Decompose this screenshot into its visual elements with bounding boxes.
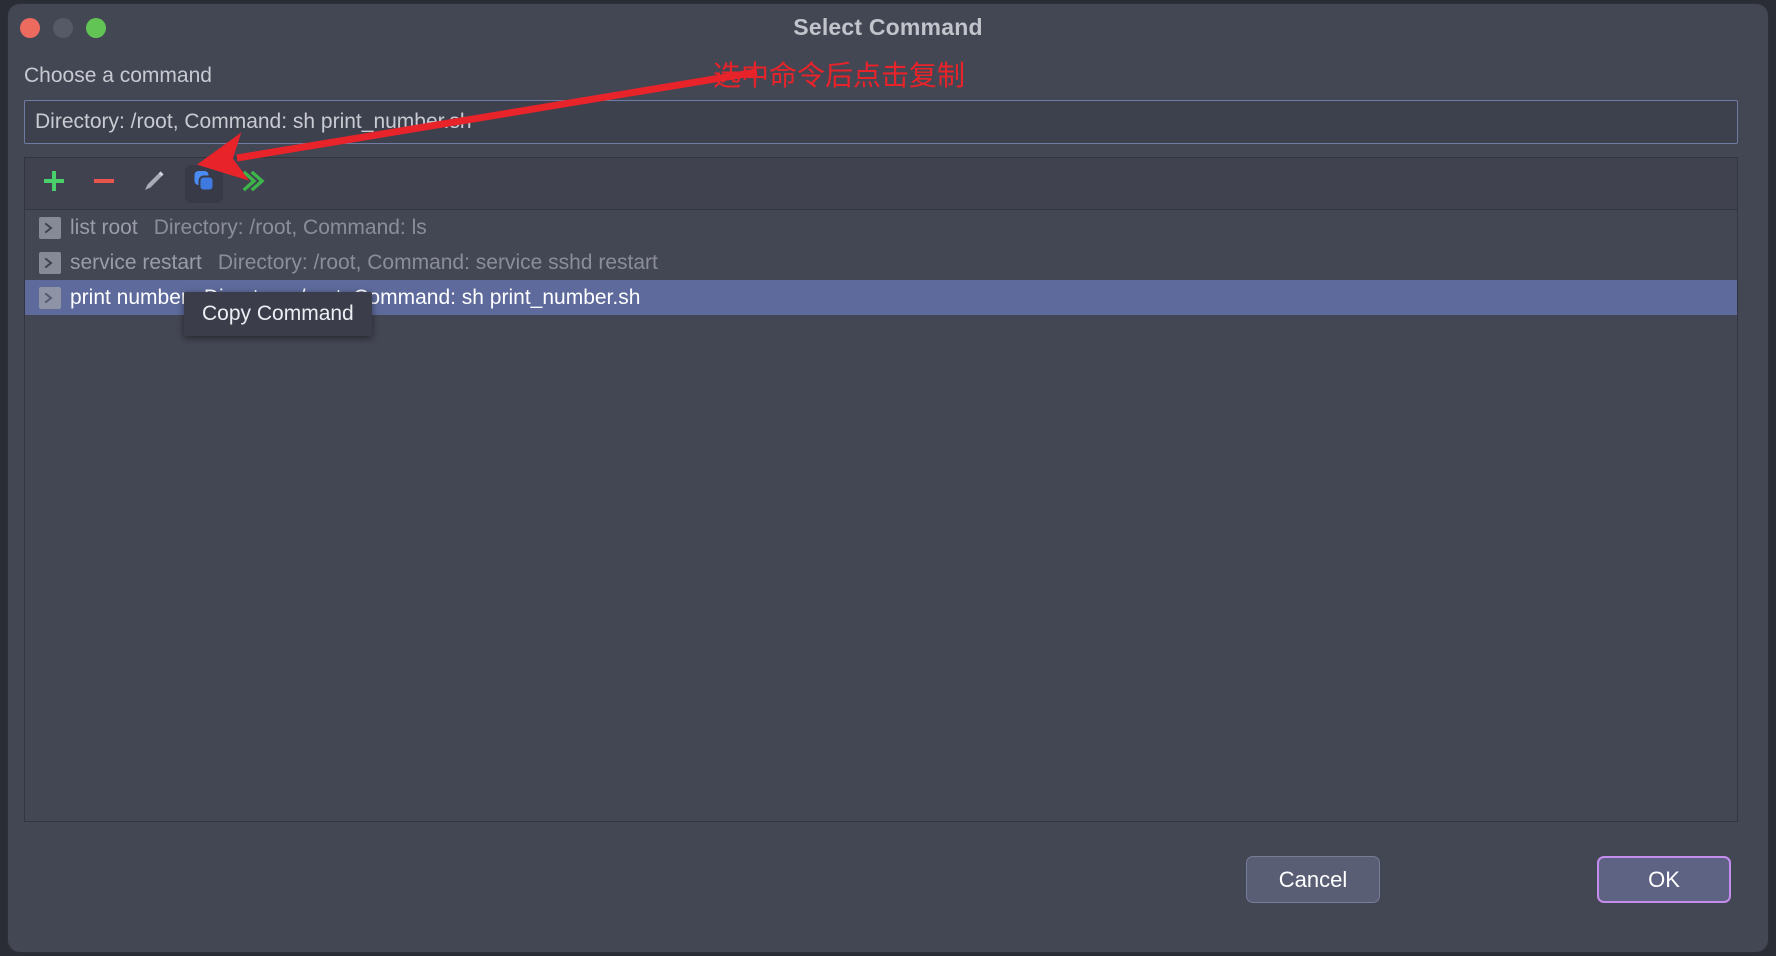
table-row[interactable]: service restart Directory: /root, Comman… — [25, 245, 1737, 280]
terminal-icon — [39, 286, 61, 309]
command-input[interactable]: Directory: /root, Command: sh print_numb… — [24, 100, 1738, 144]
window-titlebar: Select Command — [8, 4, 1768, 56]
row-name: service restart — [70, 250, 202, 274]
dialog-footer: Cancel OK — [8, 834, 1768, 952]
cancel-button[interactable]: Cancel — [1246, 856, 1380, 903]
remove-command-button[interactable] — [85, 165, 123, 203]
double-chevron-right-icon — [241, 168, 267, 199]
row-description: Directory: /root, Command: ls — [153, 215, 427, 239]
list-toolbar — [24, 157, 1738, 209]
dialog-body: Choose a command Directory: /root, Comma… — [8, 56, 1768, 952]
copy-icon — [191, 168, 217, 199]
pencil-icon — [141, 168, 167, 199]
row-description: Directory: /root, Command: service sshd … — [217, 250, 658, 274]
row-name: list root — [70, 215, 138, 239]
minus-icon — [91, 168, 117, 199]
add-command-button[interactable] — [35, 165, 73, 203]
run-command-button[interactable] — [235, 165, 273, 203]
terminal-icon — [39, 216, 61, 239]
copy-command-button[interactable] — [185, 164, 223, 203]
edit-command-button[interactable] — [135, 165, 173, 203]
window-title: Select Command — [793, 14, 983, 40]
prompt-label: Choose a command — [24, 64, 212, 87]
plus-icon — [41, 168, 67, 199]
annotation-text: 选中命令后点击复制 — [713, 60, 966, 91]
row-name: print number — [70, 285, 188, 309]
terminal-icon — [39, 251, 61, 274]
copy-command-tooltip: Copy Command — [184, 292, 372, 336]
table-row[interactable]: list root Directory: /root, Command: ls — [25, 210, 1737, 245]
select-command-dialog-window: Select Command Choose a command Director… — [8, 4, 1768, 952]
command-input-value: Directory: /root, Command: sh print_numb… — [35, 110, 472, 133]
ok-button[interactable]: OK — [1597, 856, 1731, 903]
